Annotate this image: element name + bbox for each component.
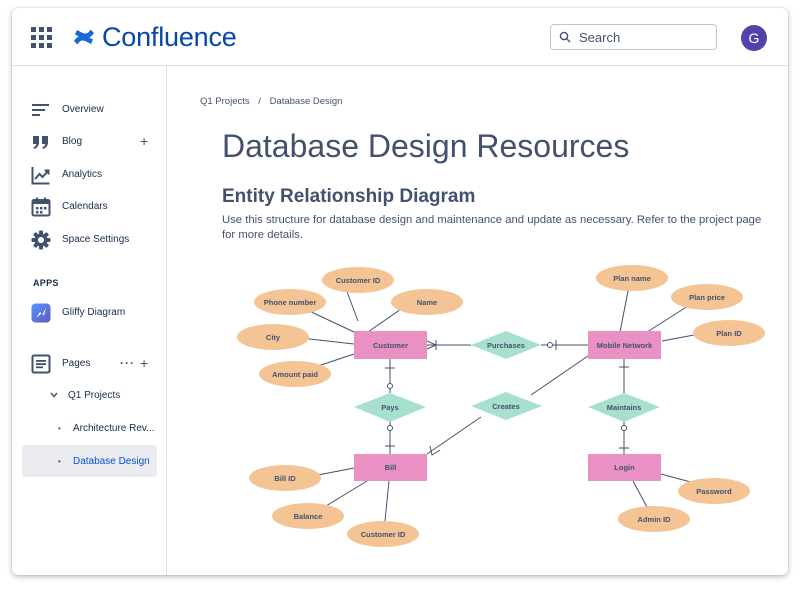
relationship-creates[interactable]: Creates [471, 392, 542, 420]
page-content: Q1 Projects / Database Design Database D… [168, 66, 788, 575]
top-header: Confluence G [12, 8, 788, 66]
entity-bill[interactable]: Bill [354, 454, 427, 481]
sidebar-item-label: Blog [62, 135, 83, 147]
sidebar-item-label: Gliffy Diagram [62, 306, 126, 318]
sidebar-item-pages[interactable]: Pages ··· + [12, 348, 166, 378]
confluence-logo-icon [74, 29, 94, 45]
attribute-label: Customer ID [336, 276, 381, 285]
chevron-down-icon[interactable] [50, 392, 58, 398]
entity-relationship-diagram[interactable]: Customer Mobile Network Bill Login Purch… [168, 66, 788, 575]
attribute-label: Customer ID [361, 530, 406, 539]
sidebar-item-label: Space Settings [62, 233, 130, 245]
attribute-label: Plan ID [716, 329, 742, 338]
search-input[interactable] [577, 28, 701, 46]
sidebar-item-blog[interactable]: Blog + [12, 126, 166, 156]
sidebar-item-label: Analytics [62, 168, 103, 180]
sidebar: Overview Blog + Analytics Calendars Spac… [12, 66, 167, 575]
attribute-label: Bill ID [274, 474, 296, 483]
overview-icon [32, 104, 49, 116]
sidebar-item-label: Overview [62, 103, 104, 115]
tree-item-q1-projects[interactable]: Q1 Projects [22, 379, 157, 411]
bullet-icon: • [58, 423, 61, 433]
attribute-label: City [266, 333, 281, 342]
sidebar-item-overview[interactable]: Overview [12, 94, 166, 124]
sidebar-item-label: Calendars [62, 200, 108, 212]
tree-item-label: Architecture Rev... [73, 422, 155, 434]
more-options-icon[interactable]: ··· [120, 356, 135, 370]
relationship-purchases[interactable]: Purchases [471, 331, 541, 359]
relationship-label: Maintains [607, 403, 642, 412]
sidebar-item-label: Pages [62, 357, 91, 369]
tree-item-database-design[interactable]: • Database Design [22, 445, 157, 477]
relationship-label: Pays [381, 403, 399, 412]
apps-heading: APPS [33, 278, 59, 288]
attribute-label: Amount paid [272, 370, 318, 379]
tree-item-label: Database Design [73, 455, 150, 467]
quote-icon [33, 136, 48, 149]
relationship-pays[interactable]: Pays [354, 393, 426, 422]
attribute-label: Phone number [264, 298, 317, 307]
calendar-icon [31, 197, 51, 217]
tree-item-label: Q1 Projects [68, 389, 121, 401]
add-blog-button[interactable]: + [140, 133, 148, 149]
pages-icon [31, 354, 51, 374]
gliffy-icon [31, 303, 51, 323]
entity-customer[interactable]: Customer [354, 331, 427, 359]
search-icon [559, 31, 571, 43]
attribute-label: Balance [294, 512, 323, 521]
relationship-label: Purchases [487, 341, 525, 350]
entity-label: Login [614, 463, 635, 472]
attribute-label: Name [417, 298, 437, 307]
entity-login[interactable]: Login [588, 454, 661, 481]
relationship-label: Creates [492, 402, 520, 411]
entity-label: Mobile Network [597, 341, 653, 350]
search-box[interactable] [550, 24, 717, 50]
attribute-label: Plan price [689, 293, 725, 302]
user-avatar[interactable]: G [741, 25, 767, 51]
confluence-window: Confluence G Overview Blog [12, 8, 788, 575]
sidebar-item-space-settings[interactable]: Space Settings [12, 224, 166, 254]
entity-label: Customer [373, 341, 408, 350]
entity-mobile-network[interactable]: Mobile Network [588, 331, 661, 359]
app-switcher-icon[interactable] [31, 27, 53, 49]
attribute-label: Plan name [613, 274, 651, 283]
confluence-logo[interactable]: Confluence [72, 21, 237, 53]
sidebar-item-analytics[interactable]: Analytics [12, 159, 166, 189]
relationship-maintains[interactable]: Maintains [588, 393, 660, 422]
sidebar-item-gliffy-diagram[interactable]: Gliffy Diagram [12, 297, 166, 327]
sidebar-item-calendars[interactable]: Calendars [12, 191, 166, 221]
gear-icon [31, 230, 51, 250]
tree-item-architecture-review[interactable]: • Architecture Rev... [22, 412, 157, 444]
app-name: Confluence [102, 21, 237, 52]
entity-label: Bill [385, 463, 397, 472]
attribute-label: Password [696, 487, 732, 496]
add-page-button[interactable]: + [140, 355, 148, 371]
analytics-chart-icon [31, 167, 50, 185]
attribute-label: Admin ID [638, 515, 671, 524]
bullet-icon: • [58, 456, 61, 466]
